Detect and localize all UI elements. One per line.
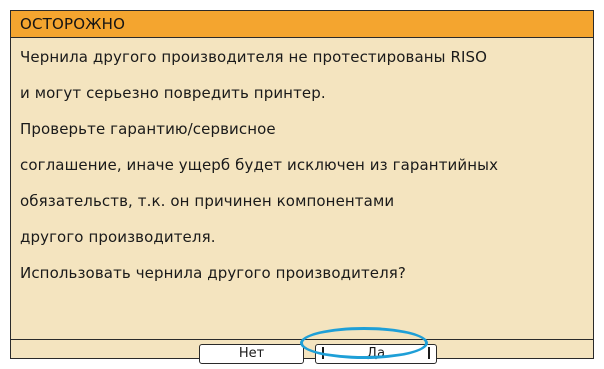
message-line-5: обязательств, т.к. он причинен компонент… xyxy=(20,192,395,210)
caution-dialog: ОСТОРОЖНО Чернила другого производителя … xyxy=(10,10,594,364)
yes-button[interactable]: Да xyxy=(315,344,437,364)
dialog-title-bar: ОСТОРОЖНО xyxy=(11,11,593,38)
message-line-2: и могут серьезно повредить принтер. xyxy=(20,84,326,102)
message-line-1: Чернила другого производителя не протест… xyxy=(20,48,488,66)
no-button[interactable]: Нет xyxy=(199,344,304,364)
dialog-title: ОСТОРОЖНО xyxy=(20,15,126,33)
message-line-6: другого производителя. xyxy=(20,228,216,246)
message-line-4: соглашение, иначе ущерб будет исключен и… xyxy=(20,156,499,174)
message-line-3: Проверьте гарантию/сервисное xyxy=(20,120,276,138)
footer-divider xyxy=(11,339,593,340)
message-line-7: Использовать чернила другого производите… xyxy=(20,264,406,282)
